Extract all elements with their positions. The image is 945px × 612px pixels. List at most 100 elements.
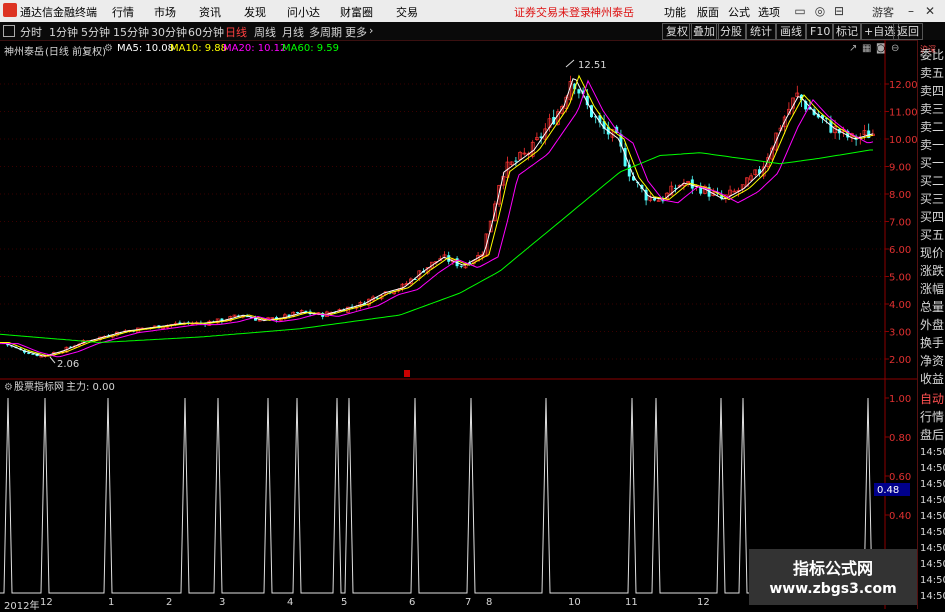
high-price-label: 12.51: [578, 60, 607, 71]
menu-formula[interactable]: 公式: [728, 4, 750, 20]
menu-trade[interactable]: 交易: [396, 4, 418, 20]
price-axis-label: 5.00: [889, 273, 911, 284]
period-15min[interactable]: 15分钟: [113, 24, 149, 40]
annotations: 12.51 2.06: [49, 59, 607, 370]
time-row: 14:50: [920, 511, 945, 522]
menu-market[interactable]: 市场: [154, 4, 176, 20]
period-1min[interactable]: 1分钟: [49, 24, 78, 40]
chat-icon[interactable]: ▭: [792, 3, 808, 19]
ma60-line: [0, 149, 873, 343]
period-more[interactable]: 更多: [345, 24, 367, 40]
x-label-jan: 1: [108, 597, 115, 608]
ma10-line: [0, 74, 874, 357]
candle-body: [653, 198, 656, 201]
period-monthly[interactable]: 月线: [282, 24, 304, 40]
x-label-jun: 6: [409, 597, 416, 608]
menu-toggle-icon[interactable]: [3, 25, 15, 37]
menu-discover[interactable]: 发现: [244, 4, 266, 20]
x-label-apr: 4: [287, 597, 294, 608]
period-intraday[interactable]: 分时: [20, 24, 42, 40]
sidebar-after-hours-tab[interactable]: 盘后: [920, 428, 945, 442]
adjust-button[interactable]: 复权: [662, 23, 692, 40]
x-label-oct: 10: [568, 597, 581, 608]
indicator-value: 主力: 0.00: [66, 380, 115, 393]
sidebar-item-bid2: 买二: [920, 174, 945, 188]
sidebar-item-ask3: 卖三: [920, 102, 945, 116]
price-axis-label: 11.00: [889, 108, 917, 119]
menu-options[interactable]: 选项: [758, 4, 780, 20]
chevron-right-icon[interactable]: ›: [369, 24, 373, 37]
watermark: 指标公式网 www.zbgs3.com: [749, 549, 917, 605]
sidebar-quote-tab[interactable]: 行情: [920, 410, 945, 424]
watermark-title: 指标公式网: [792, 559, 873, 578]
stats-button[interactable]: 统计: [746, 23, 776, 40]
indicator-current-value: 0.48: [877, 485, 899, 496]
period-weekly[interactable]: 周线: [254, 24, 276, 40]
overlay-button[interactable]: 叠加: [689, 23, 719, 40]
indicator-axis-label: 0.60: [889, 472, 911, 483]
minimize-icon[interactable]: –: [903, 3, 919, 19]
price-axis-label: 6.00: [889, 245, 911, 256]
sidebar-item-ask5: 卖五: [920, 66, 945, 80]
indicator-axis-labels: 1.000.800.600.400.20: [885, 394, 911, 561]
candle-body: [514, 160, 518, 162]
sidebar-item-bid1: 买一: [920, 156, 945, 170]
low-price-label: 2.06: [57, 359, 79, 370]
time-row: 14:50: [920, 463, 945, 474]
price-axis-label: 3.00: [889, 328, 911, 339]
login-status[interactable]: 证券交易未登录: [514, 4, 591, 20]
stock-link[interactable]: 神州泰岳: [590, 4, 634, 20]
signal-line: [0, 397, 880, 594]
sidebar-item-price: 现价: [920, 246, 945, 260]
x-label-aug: 8: [486, 597, 493, 608]
mark-button[interactable]: 标记: [832, 23, 862, 40]
time-row: 14:50: [920, 447, 945, 458]
close-icon[interactable]: ✕: [922, 3, 938, 19]
time-row: 14:50: [920, 495, 945, 506]
period-multi[interactable]: 多周期: [309, 24, 342, 40]
price-gridlines: [0, 83, 885, 360]
quote-sidebar: 沪深 委比 卖五 卖四 卖三 卖二 卖一 买一 买二 买三 买四 买五 现价 涨…: [917, 40, 945, 609]
menu-layout[interactable]: 版面: [697, 4, 719, 20]
period-60min[interactable]: 60分钟: [188, 24, 224, 40]
sidebar-item-ask2: 卖二: [920, 120, 945, 134]
candle-body: [459, 265, 463, 267]
x-label-jul: 7: [465, 597, 472, 608]
sidebar-item-outer: 外盘: [920, 318, 945, 332]
user-guest[interactable]: 游客: [872, 4, 894, 20]
indicator-header: ⚙ 股票指标网 主力: 0.00: [4, 380, 115, 393]
ma20-line: [0, 79, 874, 358]
price-axis-label: 9.00: [889, 163, 911, 174]
f10-button[interactable]: F10: [806, 23, 835, 40]
time-row: 14:50: [920, 575, 945, 586]
sidebar-auto-tab[interactable]: 自动: [920, 392, 945, 406]
sidebar-item-change-pct: 涨幅: [920, 282, 945, 296]
menu-ask-assistant[interactable]: 问小达: [287, 4, 320, 20]
menu-wealth-circle[interactable]: 财富圈: [340, 4, 373, 20]
menu-news[interactable]: 资讯: [199, 4, 221, 20]
period-5min[interactable]: 5分钟: [81, 24, 110, 40]
time-row: 14:50: [920, 527, 945, 538]
period-30min[interactable]: 30分钟: [151, 24, 187, 40]
indicator-settings-icon: ⚙: [4, 382, 13, 393]
menu-quotes[interactable]: 行情: [112, 4, 134, 20]
period-daily[interactable]: 日线: [225, 24, 247, 40]
draw-button[interactable]: 画线: [776, 23, 806, 40]
lock-icon[interactable]: ◎: [812, 3, 828, 19]
menu-functions[interactable]: 功能: [664, 4, 686, 20]
x-label-year: 2012年: [4, 601, 40, 612]
restore-icon[interactable]: ⊟: [831, 3, 847, 19]
indicator-signals: [0, 397, 880, 594]
kline-chart[interactable]: 12.51 2.06 ⚙ 股票指标网 主力: 0.00 12.0011.0010…: [0, 40, 917, 609]
sidebar-item-bid3: 买三: [920, 192, 945, 206]
app-title: 通达信金融终端: [20, 6, 97, 19]
split-button[interactable]: 分股: [716, 23, 746, 40]
low-pointer: [49, 356, 56, 364]
back-button[interactable]: 返回: [893, 23, 923, 40]
watermark-url: www.zbgs3.com: [769, 581, 897, 597]
sidebar-item-bid5: 买五: [920, 228, 945, 242]
sidebar-item-weibi: 委比: [920, 48, 945, 62]
price-axis-label: 8.00: [889, 190, 911, 201]
indicator-axis-label: 1.00: [889, 394, 911, 405]
sidebar-item-change: 涨跌: [920, 264, 945, 278]
